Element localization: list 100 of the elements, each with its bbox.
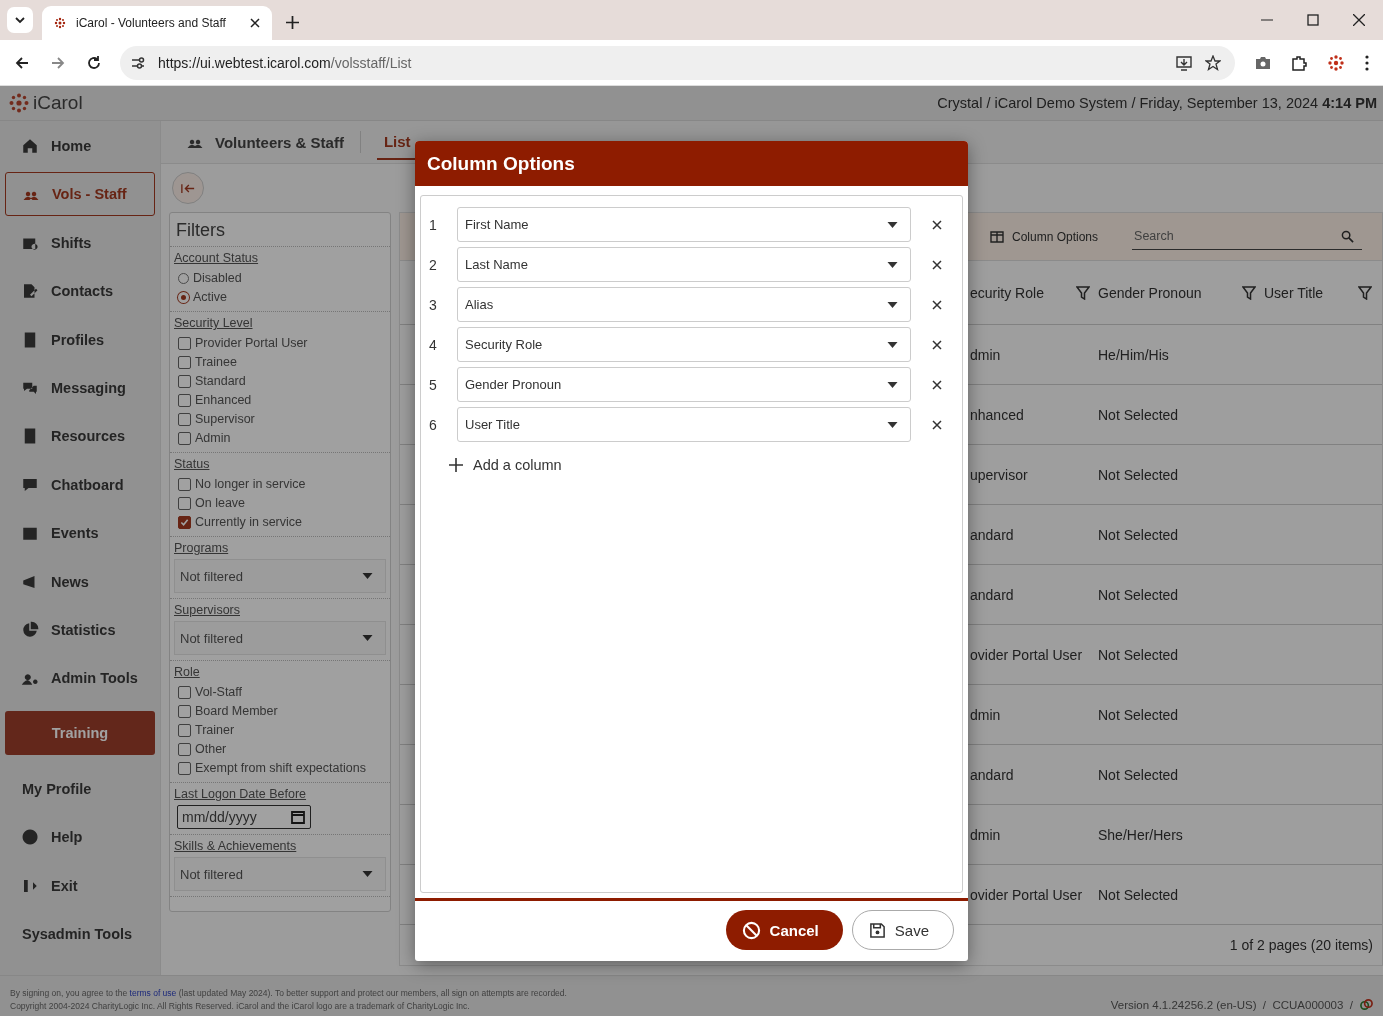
new-tab-icon[interactable] (286, 16, 299, 29)
sidebar-item[interactable]: My Profile (5, 767, 155, 812)
reload-icon[interactable] (86, 54, 102, 71)
sidebar-item[interactable]: Events (5, 511, 155, 556)
extensions-icon[interactable] (1291, 54, 1307, 71)
back-icon[interactable] (14, 54, 30, 71)
sidebar-item[interactable]: Help (5, 815, 155, 860)
checkbox[interactable] (178, 431, 191, 445)
terms-link[interactable]: terms of use (129, 988, 177, 998)
checkbox[interactable] (178, 374, 191, 388)
sidebar-item[interactable]: Profiles (5, 317, 155, 362)
filter-icon[interactable] (1076, 285, 1090, 300)
install-icon[interactable] (1175, 54, 1193, 71)
caret-icon (362, 635, 373, 641)
save-icon (868, 921, 886, 939)
filter-dropdown[interactable]: Not filtered (174, 621, 386, 655)
checkbox[interactable] (178, 336, 191, 350)
sidebar-item[interactable]: Statistics (5, 607, 155, 652)
remove-icon[interactable] (932, 299, 942, 310)
collapse-button[interactable] (172, 172, 204, 204)
checkbox[interactable] (178, 742, 191, 756)
checkbox[interactable] (178, 515, 191, 529)
checkbox[interactable] (178, 685, 191, 699)
option-label: Standard (195, 374, 246, 388)
remove-icon[interactable] (932, 419, 942, 430)
filter-label[interactable]: Role (174, 665, 386, 679)
sidebar-item[interactable]: Exit (5, 863, 155, 908)
column-header[interactable]: ecurity Role (970, 284, 1044, 301)
filter-label[interactable]: Programs (174, 541, 386, 555)
table-cell: ovider Portal User (970, 646, 1083, 663)
remove-icon[interactable] (932, 219, 942, 230)
row-number: 5 (429, 376, 438, 393)
filter-label[interactable]: Status (174, 457, 386, 471)
sidebar-item[interactable]: Sysadmin Tools (5, 912, 155, 957)
checkbox[interactable] (178, 704, 191, 718)
table-cell: He/Him/His (1098, 346, 1169, 363)
maximize-icon[interactable] (1307, 14, 1319, 26)
filter-dropdown[interactable]: Not filtered (174, 857, 386, 891)
checkbox[interactable] (178, 496, 191, 510)
filter-icon[interactable] (1358, 285, 1372, 300)
column-dropdown[interactable]: User Title (457, 407, 911, 442)
column-header[interactable]: User Title (1264, 284, 1324, 301)
sidebar-item[interactable]: Home (5, 124, 155, 168)
search-icon[interactable] (1341, 229, 1355, 243)
browser-tab[interactable]: iCarol - Volunteers and Staff (42, 6, 272, 40)
checkbox[interactable] (178, 761, 191, 775)
table-cell: dmin (970, 826, 1001, 843)
checkbox[interactable] (178, 723, 191, 737)
session-info: Crystal / iCarol Demo System / Friday, September 13, 2024 4:14 PM (937, 95, 1377, 111)
camera-icon[interactable] (1255, 54, 1271, 71)
calendar-icon[interactable] (291, 810, 305, 824)
sidebar-item[interactable]: News (5, 559, 155, 604)
app-logo: iCarol (33, 92, 83, 114)
radio-button[interactable] (178, 272, 189, 284)
filter-label[interactable]: Account Status (174, 251, 386, 265)
table-cell: andard (970, 526, 1014, 543)
checkbox[interactable] (178, 477, 191, 491)
checkbox[interactable] (178, 355, 191, 369)
add-column-button[interactable]: Add a column (449, 457, 962, 473)
filter-dropdown[interactable]: Not filtered (174, 559, 386, 593)
remove-icon[interactable] (932, 379, 942, 390)
sidebar-item[interactable]: Vols - Staff (5, 172, 155, 217)
sidebar-item[interactable]: Resources (5, 414, 155, 459)
filter-label[interactable]: Skills & Achievements (174, 839, 386, 853)
flower-icon[interactable] (1327, 53, 1345, 72)
column-dropdown[interactable]: Gender Pronoun (457, 367, 911, 402)
forward-icon[interactable] (50, 54, 66, 71)
date-field[interactable]: mm/dd/yyyy (177, 805, 311, 829)
column-dropdown[interactable]: Last Name (457, 247, 911, 282)
address-field[interactable]: https://ui.webtest.icarol.com/volsstaff/List (120, 45, 1235, 80)
filter-icon[interactable] (1242, 285, 1256, 300)
filter-label[interactable]: Security Level (174, 316, 386, 330)
tab-menu-button[interactable] (7, 7, 33, 33)
table-cell: andard (970, 766, 1014, 783)
checkbox[interactable] (178, 393, 191, 407)
cancel-button[interactable]: Cancel (725, 910, 843, 950)
column-options-button[interactable]: Column Options (990, 229, 1099, 244)
remove-icon[interactable] (932, 259, 942, 270)
close-icon[interactable] (250, 18, 260, 28)
column-dropdown[interactable]: Security Role (457, 327, 911, 362)
row-number: 1 (429, 216, 438, 233)
sidebar-item[interactable]: Contacts (5, 269, 155, 314)
column-header[interactable]: Gender Pronoun (1098, 284, 1202, 301)
sidebar-item[interactable]: Chatboard (5, 462, 155, 507)
sidebar-item[interactable]: Training (5, 710, 155, 755)
close-icon[interactable] (1353, 14, 1365, 26)
search-field[interactable]: Search (1132, 223, 1363, 250)
remove-icon[interactable] (932, 339, 942, 350)
menu-icon[interactable] (1365, 54, 1369, 71)
column-dropdown[interactable]: Alias (457, 287, 911, 322)
checkbox[interactable] (178, 412, 191, 426)
star-icon[interactable] (1205, 54, 1221, 71)
column-dropdown[interactable]: First Name (457, 207, 911, 242)
sidebar-item[interactable]: Shifts (5, 220, 155, 265)
filter-label[interactable]: Last Logon Date Before (174, 787, 386, 801)
sidebar-item[interactable]: Messaging (5, 365, 155, 410)
filter-label[interactable]: Supervisors (174, 603, 386, 617)
sidebar-item[interactable]: Admin Tools (5, 656, 155, 701)
save-button[interactable]: Save (851, 910, 954, 950)
url-text: https://ui.webtest.icarol.com/volsstaff/List (158, 54, 413, 71)
